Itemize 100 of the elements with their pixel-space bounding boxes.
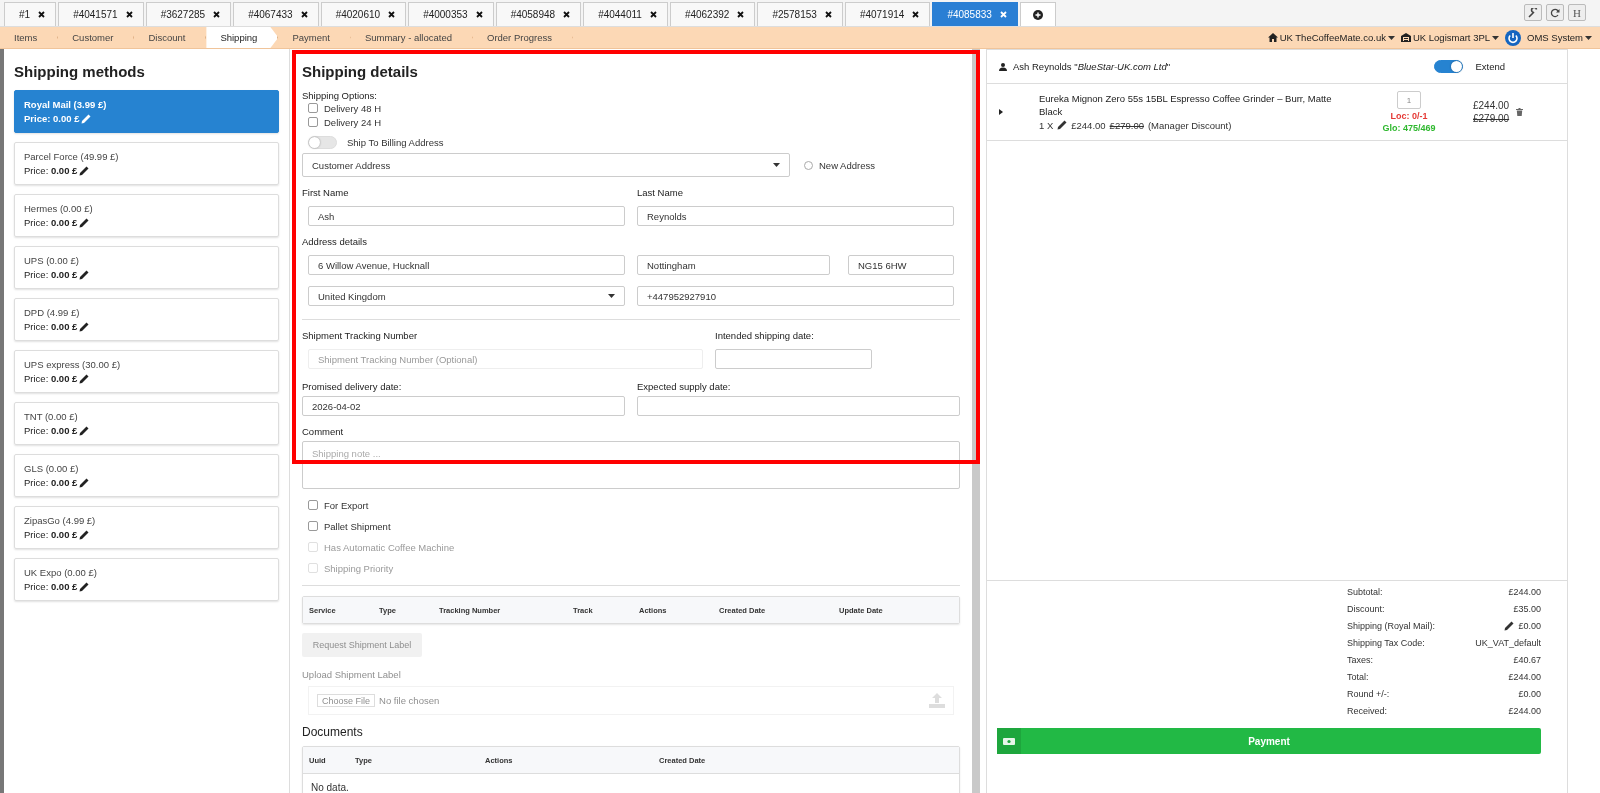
shipping-method-card[interactable]: DPD (4.99 £) Price: 0.00 £ xyxy=(14,298,279,341)
checkbox[interactable] xyxy=(308,117,318,127)
h-button[interactable]: H xyxy=(1568,4,1586,21)
pencil-icon[interactable] xyxy=(79,529,90,540)
method-price: Price: 0.00 £ xyxy=(24,113,80,124)
close-icon[interactable] xyxy=(475,11,483,18)
toggle-switch[interactable] xyxy=(1434,60,1464,73)
pencil-icon[interactable] xyxy=(79,321,90,332)
summary-value: £244.00 xyxy=(1508,706,1541,716)
address-select[interactable]: Customer Address xyxy=(302,153,790,177)
expand-arrow-icon[interactable] xyxy=(999,109,1003,115)
checkbox[interactable] xyxy=(308,521,318,531)
close-icon[interactable] xyxy=(737,11,745,18)
step-tab[interactable]: Shipping xyxy=(206,27,279,48)
pencil-icon[interactable] xyxy=(79,165,90,176)
refresh-icon[interactable] xyxy=(1550,7,1560,18)
edit-icon[interactable] xyxy=(1504,621,1515,631)
order-tab[interactable]: #4071914 xyxy=(844,2,931,26)
first-name-field[interactable]: Ash xyxy=(308,206,625,226)
shipping-method-card[interactable]: GLS (0.00 £) Price: 0.00 £ xyxy=(14,454,279,497)
close-icon[interactable] xyxy=(213,11,221,18)
field-label: Intended shipping date: xyxy=(715,330,815,341)
method-name: UPS express (30.00 £) xyxy=(24,359,122,370)
date-field[interactable] xyxy=(715,349,872,369)
pencil-icon[interactable] xyxy=(79,373,90,384)
toggle-label: Extend xyxy=(1475,61,1505,72)
choose-file-button[interactable]: Choose File xyxy=(317,694,376,707)
checkbox[interactable] xyxy=(308,103,318,113)
shipping-method-card[interactable]: Hermes (0.00 £) Price: 0.00 £ xyxy=(14,194,279,237)
wrench-icon[interactable] xyxy=(1528,7,1538,18)
toggle-label: Ship To Billing Address xyxy=(347,136,444,148)
product-name: Eureka Mignon Zero 55s 15BL Espresso Coffee Grinder – Burr, Matte Black xyxy=(1039,93,1333,118)
country-select[interactable]: United Kingdom xyxy=(308,286,625,306)
pencil-icon[interactable] xyxy=(79,269,90,280)
shipping-method-card[interactable]: Parcel Force (49.99 £) Price: 0.00 £ xyxy=(14,142,279,185)
method-name: UK Expo (0.00 £) xyxy=(24,567,98,578)
stock-level: Glo: 475/469 xyxy=(1382,123,1436,133)
quantity-field[interactable]: 1 xyxy=(1397,91,1421,109)
field-label: Expected supply date: xyxy=(637,381,732,392)
store-menu[interactable]: UK TheCoffeeMate.co.uk xyxy=(1267,32,1395,43)
summary-value: £35.00 xyxy=(1513,604,1541,614)
order-tab[interactable]: #1 xyxy=(4,2,57,26)
refresh-button[interactable] xyxy=(1546,4,1564,21)
close-icon[interactable] xyxy=(300,11,308,18)
building-icon[interactable] xyxy=(1400,33,1411,42)
order-tab[interactable]: #4041571 xyxy=(58,2,144,26)
summary-value: £40.67 xyxy=(1513,655,1541,665)
pencil-icon[interactable] xyxy=(79,581,90,592)
order-tab[interactable]: #4000353 xyxy=(408,2,494,26)
power-icon[interactable] xyxy=(1505,29,1522,46)
date-field[interactable] xyxy=(637,396,960,416)
field-label: Shipment Tracking Number xyxy=(302,330,419,341)
close-icon[interactable] xyxy=(912,11,920,18)
method-price: Price: 0.00 £ xyxy=(24,269,78,280)
caret-icon xyxy=(1387,35,1395,40)
pencil-icon[interactable] xyxy=(1057,120,1068,131)
stock-level: Loc: 0/-1 xyxy=(1390,111,1428,121)
system-menu[interactable]: OMS System xyxy=(1527,32,1592,43)
street-field[interactable]: 6 Willow Avenue, Hucknall xyxy=(308,255,625,275)
trash-icon[interactable] xyxy=(1516,108,1523,116)
pencil-icon[interactable] xyxy=(79,477,90,488)
order-tab[interactable]: #3627285 xyxy=(145,2,232,26)
shipping-method-card[interactable]: Royal Mail (3.99 £) Price: 0.00 £ xyxy=(14,90,279,133)
order-tab[interactable]: #4058948 xyxy=(495,2,582,26)
method-name: TNT (0.00 £) xyxy=(24,411,79,422)
pencil-icon[interactable] xyxy=(79,217,90,228)
add-tab-button[interactable] xyxy=(1019,2,1056,26)
city-field[interactable]: Nottingham xyxy=(637,255,830,275)
order-tab[interactable]: #4067433 xyxy=(233,2,319,26)
close-icon[interactable] xyxy=(824,11,832,18)
postcode-field[interactable]: NG15 6HW xyxy=(848,255,954,275)
order-tab[interactable]: #4062392 xyxy=(669,2,756,26)
pencil-icon[interactable] xyxy=(79,425,90,436)
cash-icon xyxy=(1003,737,1015,745)
close-icon[interactable] xyxy=(388,11,396,18)
date-field[interactable]: 2026-04-02 xyxy=(302,396,625,416)
radio-label: New Address xyxy=(819,159,875,171)
shipping-method-card[interactable]: UPS (0.00 £) Price: 0.00 £ xyxy=(14,246,279,289)
close-icon[interactable] xyxy=(38,11,46,18)
close-icon[interactable] xyxy=(563,11,571,18)
shipping-method-card[interactable]: TNT (0.00 £) Price: 0.00 £ xyxy=(14,402,279,445)
summary-label: Round +/-: xyxy=(1346,689,1391,699)
shipping-method-card[interactable]: ZipasGo (4.99 £) Price: 0.00 £ xyxy=(14,506,279,549)
plus-icon[interactable] xyxy=(1032,9,1043,20)
phone-field[interactable]: +447952927910 xyxy=(637,286,954,306)
home-icon[interactable] xyxy=(1267,33,1278,42)
shipping-method-card[interactable]: UK Expo (0.00 £) Price: 0.00 £ xyxy=(14,558,279,601)
close-icon[interactable] xyxy=(125,11,133,18)
warehouse-menu[interactable]: UK Logismart 3PL xyxy=(1400,32,1500,43)
last-name-field[interactable]: Reynolds xyxy=(637,206,954,226)
old-total: £279.00 xyxy=(1473,113,1510,124)
wrench-button[interactable] xyxy=(1524,4,1542,21)
order-tab[interactable]: #4020610 xyxy=(320,2,407,26)
order-tab[interactable]: #4044011 xyxy=(583,2,668,26)
shipping-method-card[interactable]: UPS express (30.00 £) Price: 0.00 £ xyxy=(14,350,279,393)
close-icon[interactable] xyxy=(649,11,657,18)
checkbox[interactable] xyxy=(308,500,318,510)
order-tab[interactable]: #4085833 xyxy=(932,2,1018,26)
order-tab[interactable]: #2578153 xyxy=(757,2,843,26)
checkbox-label: Pallet Shipment xyxy=(324,520,391,532)
